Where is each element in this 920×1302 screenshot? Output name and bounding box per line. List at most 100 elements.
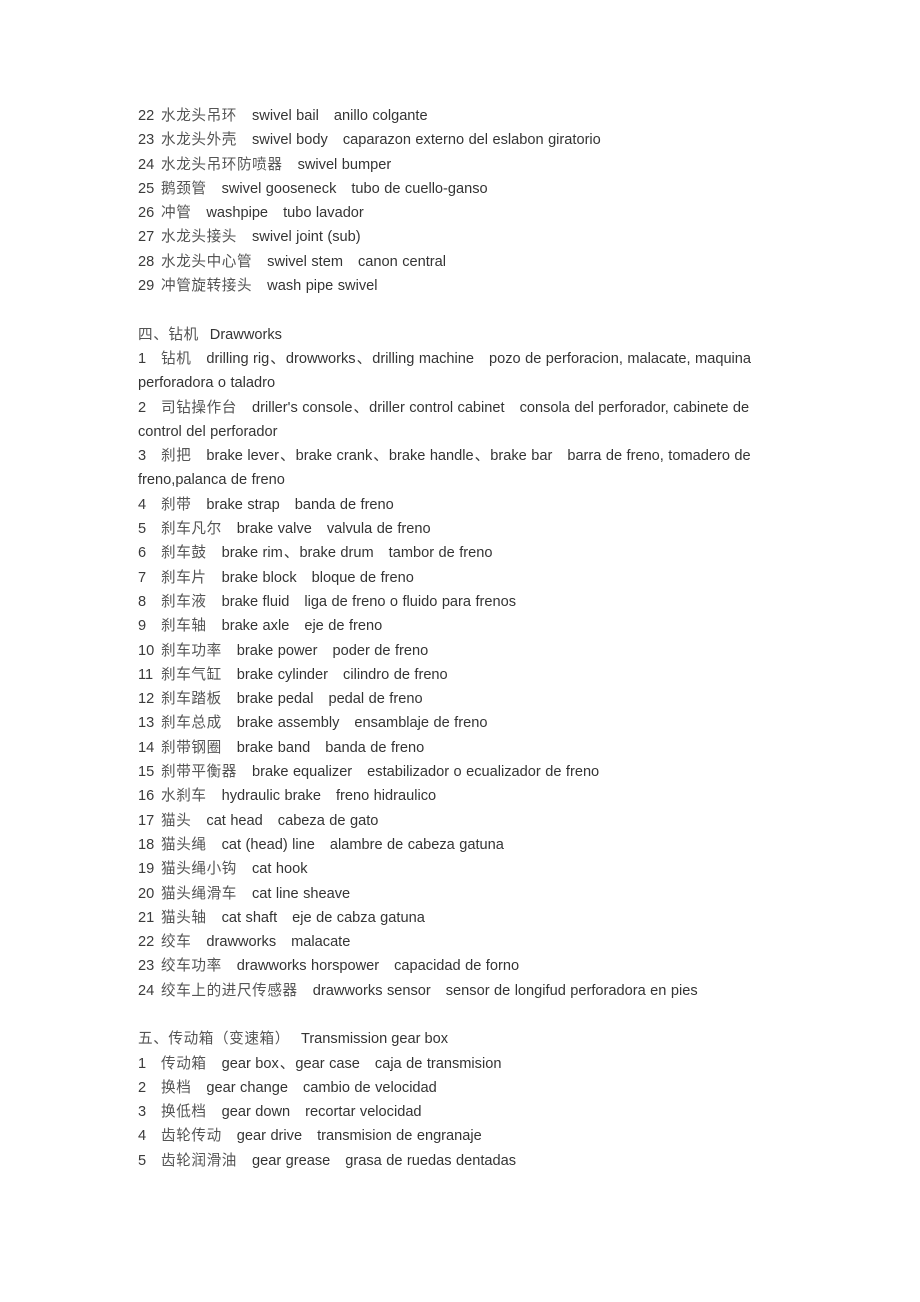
entry-term-spanish: tubo de cuello-ganso (351, 180, 488, 197)
text-gap (222, 736, 237, 760)
enumeration-separator: 、 (474, 448, 490, 465)
entry-term-chinese: 刹车片 (161, 569, 207, 586)
entry-term-chinese: 水龙头外壳 (161, 132, 237, 149)
entry-term-chinese: 冲管 (161, 205, 192, 222)
entry-number: 12 (138, 691, 155, 708)
entry-term-spanish: grasa de ruedas dentadas (345, 1152, 517, 1169)
text-gap (319, 104, 334, 128)
text-gap (374, 541, 389, 565)
entry-number: 13 (138, 715, 155, 732)
glossary-entry: 10 刹车功率 brake power poder de freno (138, 639, 796, 663)
entry-number: 14 (138, 739, 155, 756)
glossary-entry: 28 水龙头中心管 swivel stem canon central (138, 250, 796, 274)
entry-number: 15 (138, 764, 155, 781)
entry-term-spanish: caparazon externo del eslabon giratorio (342, 132, 601, 149)
glossary-entry: 26 冲管 washpipe tubo lavador (138, 201, 796, 225)
entry-term-english: brake assembly (236, 715, 340, 732)
entry-term-chinese: 冲管旋转接头 (161, 278, 253, 295)
entry-number: 26 (138, 205, 155, 222)
entry-term-chinese: 齿轮传动 (161, 1128, 222, 1145)
glossary-entry: 14 刹带钢圈 brake band banda de freno (138, 736, 796, 760)
text-gap (263, 809, 278, 833)
entry-term-english: swivel bumper (297, 156, 392, 173)
entry-term-english: washpipe (206, 205, 269, 222)
entry-term-chinese: 刹车气缸 (161, 666, 222, 683)
entry-term-english: drawworks horspower (236, 958, 380, 975)
glossary-entry: 3 换低档 gear down recortar velocidad (138, 1100, 796, 1124)
glossary-entry: 19 猫头绳小钩 cat hook (138, 857, 796, 881)
entry-term-chinese: 刹车功率 (161, 642, 222, 659)
entry-number: 10 (138, 642, 155, 659)
entry-number: 5 (138, 1152, 147, 1169)
entry-number: 5 (138, 521, 147, 538)
text-gap (207, 1052, 222, 1076)
text-gap (237, 225, 252, 249)
text-gap (222, 687, 237, 711)
glossary-entry: 18 猫头绳 cat (head) line alambre de cabeza … (138, 833, 796, 857)
entry-term-spanish: malacate (291, 934, 351, 951)
enumeration-separator: 、 (279, 1055, 295, 1072)
entry-term-chinese: 换低档 (161, 1104, 207, 1121)
entry-term-spanish: recortar velocidad (305, 1104, 422, 1121)
text-gap (268, 201, 283, 225)
text-gap (207, 177, 222, 201)
text-gap (199, 323, 210, 347)
entry-term-chinese: 刹带平衡器 (161, 764, 237, 781)
text-gap (505, 396, 520, 420)
entry-term-spanish: valvula de freno (326, 521, 431, 538)
entry-term-spanish: cabeza de gato (277, 812, 379, 829)
entry-number: 23 (138, 958, 155, 975)
section-heading-cn: 四、钻机 (138, 326, 199, 343)
glossary-entry: 22 水龙头吊环 swivel bail anillo colgante (138, 104, 796, 128)
entry-term-english: drowworks (285, 350, 356, 367)
text-gap (237, 857, 252, 881)
entry-term-english: cat (head) line (221, 836, 315, 853)
entry-term-chinese: 猫头轴 (161, 909, 207, 926)
enumeration-separator: 、 (283, 545, 299, 562)
entry-term-chinese: 水龙头中心管 (161, 253, 253, 270)
entry-term-english: brake bar (490, 448, 553, 465)
entry-term-english: swivel gooseneck (221, 180, 337, 197)
entry-term-spanish: capacidad de forno (394, 958, 520, 975)
glossary-entry: 7 刹车片 brake block bloque de freno (138, 566, 796, 590)
entry-term-spanish: pedal de freno (328, 691, 423, 708)
glossary-entry: 8 刹车液 brake fluid liga de freno o fluido … (138, 590, 796, 614)
entry-term-chinese: 猫头 (161, 812, 192, 829)
entry-number: 22 (138, 108, 155, 124)
text-gap (313, 687, 328, 711)
entry-term-spanish: cambio de velocidad (302, 1079, 437, 1096)
entry-term-chinese: 鹅颈管 (161, 180, 207, 197)
section-heading-en: Transmission gear box (300, 1031, 449, 1048)
entry-term-english: brake axle (221, 618, 290, 635)
entry-number: 1 (138, 350, 147, 367)
glossary-entry: 4 齿轮传动 gear drive transmision de engranaj… (138, 1124, 796, 1148)
entry-term-chinese: 猫头绳小钩 (161, 861, 237, 878)
entry-term-chinese: 司钻操作台 (161, 399, 237, 416)
text-gap (315, 833, 330, 857)
entry-term-chinese: 刹把 (161, 448, 192, 465)
glossary-entry: 11 刹车气缸 brake cylinder cilindro de freno (138, 663, 796, 687)
text-gap (222, 639, 237, 663)
entry-number: 24 (138, 156, 155, 173)
entry-number: 4 (138, 496, 147, 513)
text-gap (191, 930, 206, 954)
text-gap (321, 784, 336, 808)
text-gap (222, 711, 237, 735)
entry-term-chinese: 绞车功率 (161, 958, 222, 975)
enumeration-separator: 、 (270, 350, 285, 367)
section-heading-en: Drawworks (209, 326, 282, 343)
text-gap (312, 517, 327, 541)
text-gap (431, 979, 446, 1003)
entry-number: 8 (138, 593, 147, 610)
entry-number: 4 (138, 1128, 147, 1145)
entry-term-spanish: eje de cabza gatuna (292, 909, 425, 926)
entry-term-english: drilling machine (372, 350, 475, 367)
entry-term-english: swivel joint (sub) (251, 229, 361, 246)
entry-term-english: brake band (236, 739, 311, 756)
entry-term-spanish: transmision de engranaje (317, 1128, 482, 1145)
entry-term-spanish: poder de freno (332, 642, 429, 659)
entry-term-english: hydraulic brake (221, 788, 321, 805)
text-gap (191, 201, 206, 225)
glossary-entry: 13 刹车总成 brake assembly ensamblaje de fren… (138, 711, 796, 735)
